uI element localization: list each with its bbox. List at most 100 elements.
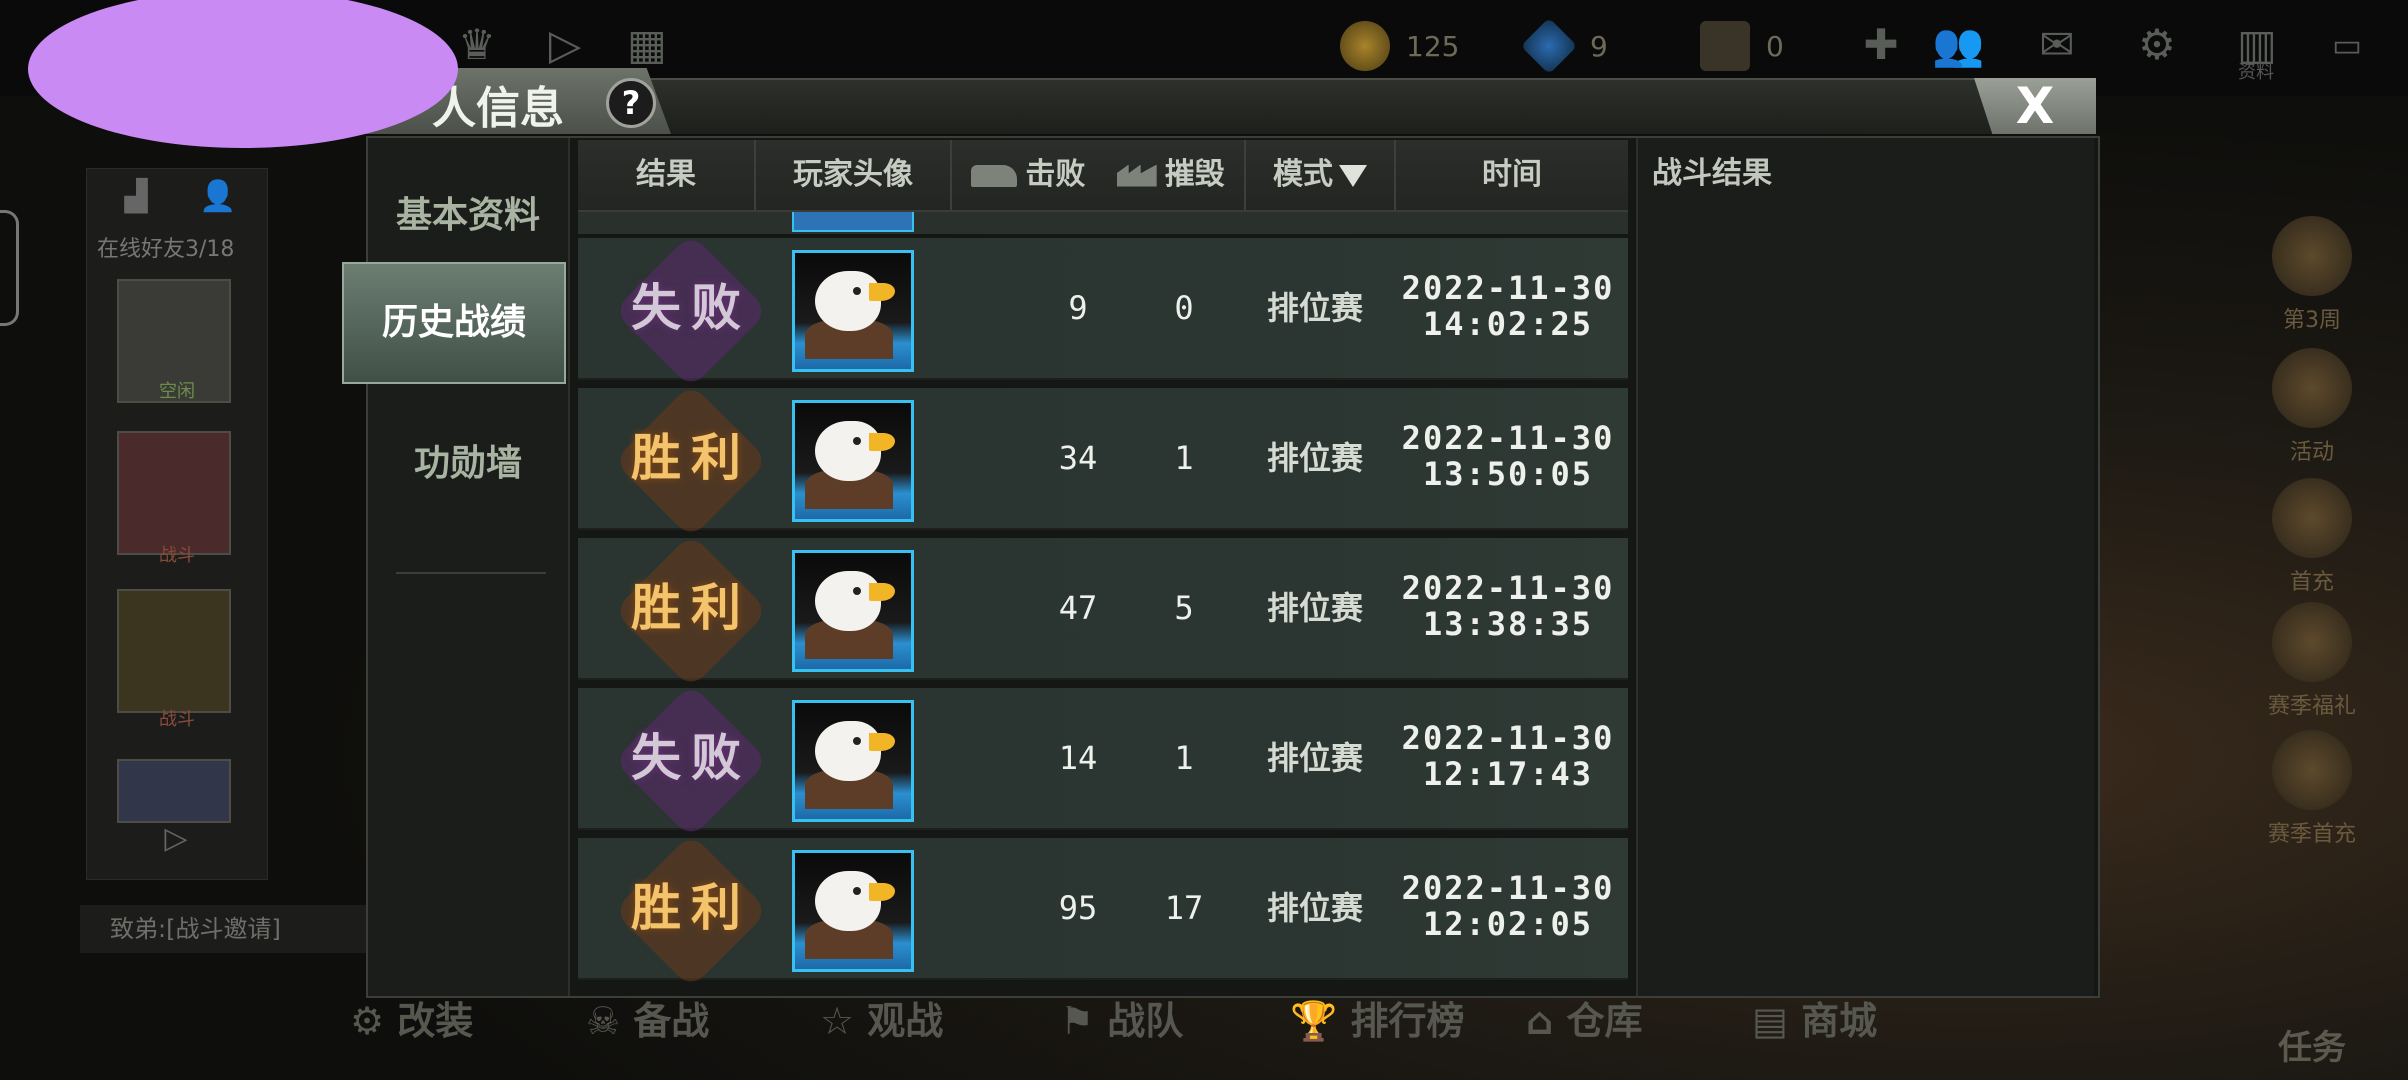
nav-label: 改装	[397, 999, 474, 1043]
clock-value: 14:02:25	[1422, 305, 1594, 343]
table-header: 结果 玩家头像 击败 摧毁 模式 时间	[578, 140, 1628, 212]
expand-arrow-icon[interactable]: ▷	[141, 821, 211, 871]
clock-value: 12:17:43	[1422, 755, 1594, 793]
col-time: 时间	[1482, 157, 1542, 192]
online-friends-count: 在线好友3/18	[97, 237, 235, 262]
mode-value: 排位赛	[1266, 739, 1363, 777]
profile-label: 资料	[2238, 62, 2274, 83]
friend-avatar[interactable]	[117, 759, 231, 823]
gear-icon[interactable]: ⚙	[2132, 20, 2182, 70]
mode-value: 排位赛	[1266, 289, 1363, 327]
destroy-value: 17	[1164, 889, 1204, 927]
player-avatar-eagle-icon[interactable]	[792, 850, 914, 972]
table-row[interactable]: 失败 9 0 排位赛 2022-11-30 14:02:25	[578, 233, 1628, 389]
star-icon	[2272, 216, 2352, 296]
factory-icon	[1116, 164, 1157, 187]
friend-status: 战斗	[159, 545, 195, 566]
col-avatar: 玩家头像	[756, 140, 952, 210]
right-menu-season-charge[interactable]: 赛季首充	[2252, 730, 2372, 848]
right-menu-label: 赛季首充	[2267, 822, 2356, 847]
date-value: 2022-11-30	[1401, 869, 1615, 907]
nav-label: 仓库	[1566, 999, 1643, 1043]
time-value: 2022-11-30 12:02:05	[1388, 870, 1628, 942]
ticket-counter[interactable]: 0	[1700, 18, 1784, 74]
nav-label: 商城	[1801, 999, 1878, 1043]
date-value: 2022-11-30	[1401, 569, 1615, 607]
side-handle[interactable]	[0, 210, 19, 326]
time-value: 2022-11-30 13:50:05	[1388, 420, 1628, 492]
chat-preview[interactable]: 致弟:[战斗邀请]	[80, 905, 400, 953]
col-mode-label: 模式	[1273, 157, 1333, 192]
right-menu-label: 第3周	[2283, 308, 2341, 333]
friend-tab-icon[interactable]: 👤	[183, 179, 253, 229]
diamond-value: 9	[1590, 29, 1608, 63]
nav-label: 战队	[1107, 999, 1184, 1043]
table-row[interactable]: 胜利 47 5 排位赛 2022-11-30 13:38:35	[578, 533, 1628, 689]
date-value: 2022-11-30	[1401, 269, 1615, 307]
mail-icon[interactable]: ✉	[2032, 20, 2082, 70]
tab-battle-history[interactable]: 历史战绩	[342, 262, 566, 384]
player-avatar-eagle-icon[interactable]	[792, 250, 914, 372]
diamond-counter[interactable]: 9	[1520, 17, 1608, 75]
play-icon[interactable]: ▷	[540, 20, 590, 70]
rank-tab-icon[interactable]: ▟	[101, 179, 171, 229]
col-kills-label: 击败	[1025, 157, 1086, 192]
col-destroy-label: 摧毁	[1164, 157, 1225, 192]
player-avatar-eagle-icon[interactable]	[792, 550, 914, 672]
mode-value: 排位赛	[1266, 439, 1363, 477]
nav-label: 备战	[633, 999, 710, 1043]
right-menu-label: 赛季福礼	[2267, 694, 2356, 719]
help-button[interactable]: ?	[606, 78, 656, 128]
right-menu-season-gift[interactable]: 赛季福礼	[2252, 602, 2372, 720]
battery-icon: ▭	[2331, 26, 2363, 64]
player-avatar-eagle-icon[interactable]	[792, 400, 914, 522]
diamond-icon	[1520, 17, 1578, 75]
clock-value: 12:02:05	[1422, 905, 1594, 943]
tab-divider	[396, 572, 546, 574]
right-menu-first-charge[interactable]: 首充	[2252, 478, 2372, 596]
close-button[interactable]: X	[1974, 78, 2096, 134]
friend-avatar[interactable]	[117, 431, 231, 555]
right-menu-label: 首充	[2289, 570, 2334, 595]
result-label: 失败	[631, 279, 751, 337]
side-tabs: 基本资料 历史战绩 功勋墙	[342, 138, 570, 996]
destroy-value: 5	[1174, 589, 1194, 627]
gold-counter[interactable]: 125	[1340, 18, 1459, 74]
season-charge-icon	[2272, 730, 2352, 810]
friend-status: 战斗	[159, 709, 195, 730]
battle-history-table: 结果 玩家头像 击败 摧毁 模式 时间 失败 9 0 排位赛 2022-11-3…	[578, 138, 1632, 996]
add-icon[interactable]: ✚	[1856, 20, 1906, 70]
table-row[interactable]: 失败 14 1 排位赛 2022-11-30 12:17:43	[578, 683, 1628, 839]
clock-value: 13:38:35	[1422, 605, 1594, 643]
tab-basic-info[interactable]: 基本资料	[368, 186, 568, 238]
right-menu-week[interactable]: 第3周	[2252, 216, 2372, 334]
friend-avatar[interactable]	[117, 589, 231, 713]
result-label: 失败	[631, 729, 751, 787]
destroy-value: 1	[1174, 739, 1194, 777]
tank-icon	[971, 164, 1018, 187]
date-value: 2022-11-30	[1401, 419, 1615, 457]
mode-value: 排位赛	[1266, 589, 1363, 627]
nav-label: 观战	[867, 999, 944, 1043]
tab-merit-wall[interactable]: 功勋墙	[368, 434, 568, 486]
col-mode[interactable]: 模式	[1246, 140, 1396, 210]
battle-result-title: 战斗结果	[1652, 156, 1772, 191]
player-avatar-eagle-icon[interactable]	[792, 700, 914, 822]
grid-icon[interactable]: ▦	[622, 20, 672, 70]
friends-icon[interactable]: 👥	[1932, 20, 1984, 70]
right-menu-label: 活动	[2289, 440, 2334, 465]
right-menu-events[interactable]: 活动	[2252, 348, 2372, 466]
date-value: 2022-11-30	[1401, 719, 1615, 757]
time-value: 2022-11-30 13:38:35	[1388, 570, 1628, 642]
clock-value: 13:50:05	[1422, 455, 1594, 493]
table-row[interactable]: 胜利 95 17 排位赛 2022-11-30 12:02:05	[578, 833, 1628, 989]
crown-icon[interactable]: ♛	[452, 20, 502, 70]
result-label: 胜利	[631, 579, 751, 637]
event-star-icon	[2272, 348, 2352, 428]
mode-value: 排位赛	[1266, 889, 1363, 927]
dialog-body: 基本资料 历史战绩 功勋墙 结果 玩家头像 击败 摧毁 模式 时间 失败 9 0…	[342, 136, 2100, 998]
destroy-value: 1	[1174, 439, 1194, 477]
player-info-dialog: 人信息 ? X 基本资料 历史战绩 功勋墙 结果 玩家头像 击败 摧毁 模式 时…	[342, 68, 2100, 998]
task-button[interactable]: 任务	[2252, 1020, 2372, 1069]
table-row[interactable]: 胜利 34 1 排位赛 2022-11-30 13:50:05	[578, 383, 1628, 539]
